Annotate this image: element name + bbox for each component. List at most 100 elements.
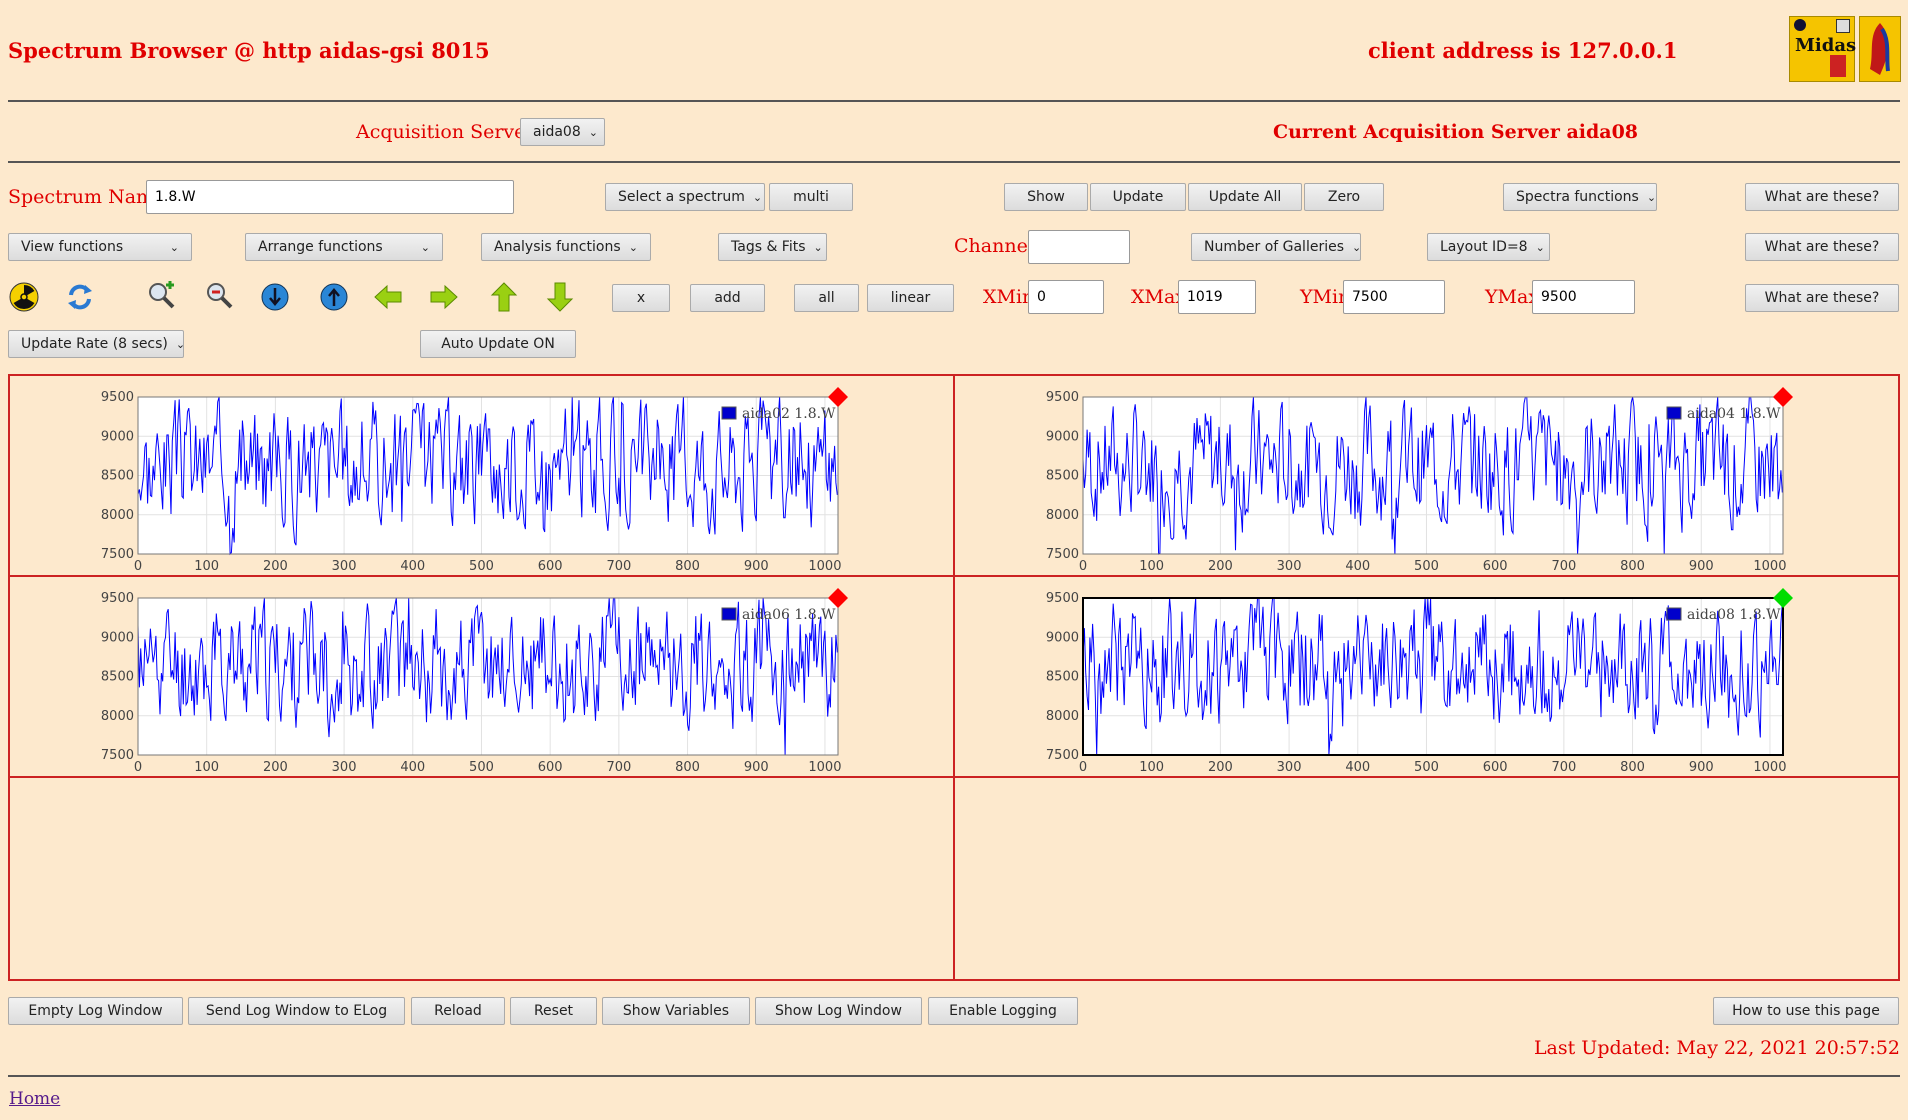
spectrum-chart-1[interactable]: 0 100 200 300 400 500 600 700 800 900 1000 7500 8000…: [8, 374, 955, 577]
x-tick-label: 700: [1551, 760, 1576, 775]
arrow-up-icon[interactable]: [489, 282, 519, 312]
show-log-window-button[interactable]: Show Log Window: [755, 997, 922, 1025]
x-tick-label: 900: [1689, 559, 1714, 574]
expand-up-icon[interactable]: [319, 282, 349, 312]
acq-server-select[interactable]: aida08 ⌄: [520, 118, 605, 146]
chevron-down-icon: ⌄: [420, 240, 430, 254]
tags-fits-dropdown[interactable]: Tags & Fits ⌄: [718, 233, 827, 261]
ymax-label: YMax: [1485, 286, 1540, 308]
update-button[interactable]: Update: [1090, 183, 1186, 211]
number-of-galleries-dropdown[interactable]: Number of Galleries ⌄: [1191, 233, 1361, 261]
reset-button[interactable]: Reset: [510, 997, 597, 1025]
reload-button[interactable]: Reload: [411, 997, 505, 1025]
update-rate-label: Update Rate (8 secs): [21, 336, 168, 352]
number-of-galleries-label: Number of Galleries: [1204, 239, 1345, 255]
all-button[interactable]: all: [794, 284, 859, 312]
what-are-these-button[interactable]: What are these?: [1745, 233, 1899, 261]
x-tick-label: 800: [1620, 559, 1645, 574]
empty-log-button[interactable]: Empty Log Window: [8, 997, 183, 1025]
xmax-input[interactable]: [1178, 280, 1256, 314]
spectra-functions-dropdown[interactable]: Spectra functions ⌄: [1503, 183, 1657, 211]
view-functions-label: View functions: [21, 239, 124, 255]
what-are-these-button[interactable]: What are these?: [1745, 284, 1899, 312]
linear-button[interactable]: linear: [867, 284, 954, 312]
y-tick-label: 7500: [1046, 748, 1079, 763]
y-tick-label: 9500: [1046, 390, 1079, 405]
gallery-panel-5[interactable]: [8, 776, 955, 981]
y-tick-label: 9000: [1046, 429, 1079, 444]
spectrum-chart-4[interactable]: 0 100 200 300 400 500 600 700 800 900 1000 7500 8000…: [953, 575, 1900, 778]
spectrum-name-input[interactable]: [146, 180, 514, 214]
y-tick-label: 7500: [1046, 547, 1079, 562]
current-server: Current Acquisition Server aida08: [1273, 121, 1639, 143]
zoom-out-icon[interactable]: [204, 280, 234, 310]
update-rate-dropdown[interactable]: Update Rate (8 secs) ⌄: [8, 330, 186, 358]
chevron-down-icon: ⌄: [628, 240, 638, 254]
y-tick-label: 9500: [101, 390, 134, 405]
xmin-input[interactable]: [1028, 280, 1104, 314]
client-address: client address is 127.0.0.1: [1368, 38, 1678, 63]
how-to-use-button[interactable]: How to use this page: [1713, 997, 1899, 1025]
last-updated: Last Updated: May 22, 2021 20:57:52: [1533, 1037, 1900, 1059]
view-functions-dropdown[interactable]: View functions ⌄: [8, 233, 192, 261]
x-tick-label: 1000: [808, 559, 841, 574]
arrow-down-icon[interactable]: [545, 282, 575, 312]
divider: [8, 1075, 1900, 1077]
x-tick-label: 900: [744, 559, 769, 574]
enable-logging-button[interactable]: Enable Logging: [928, 997, 1078, 1025]
chevron-down-icon: ⌄: [588, 125, 598, 139]
zero-button[interactable]: Zero: [1304, 183, 1384, 211]
arrange-functions-dropdown[interactable]: Arrange functions ⌄: [245, 233, 443, 261]
legend-label: aida04 1.8.W: [1687, 406, 1781, 422]
auto-update-button[interactable]: Auto Update ON: [420, 330, 576, 358]
show-button[interactable]: Show: [1004, 183, 1088, 211]
y-tick-label: 9000: [101, 429, 134, 444]
layout-id-dropdown[interactable]: Layout ID=8 ⌄: [1427, 233, 1550, 261]
x-tick-label: 300: [332, 760, 357, 775]
x-tick-label: 300: [1277, 559, 1302, 574]
spectrum-chart-3[interactable]: 0 100 200 300 400 500 600 700 800 900 1000 7500 8000…: [8, 575, 955, 778]
update-all-button[interactable]: Update All: [1188, 183, 1302, 211]
gallery-panel-6[interactable]: [953, 776, 1900, 981]
zoom-in-icon[interactable]: [146, 280, 176, 310]
x-tick-label: 200: [1208, 760, 1233, 775]
expand-down-icon[interactable]: [260, 282, 290, 312]
chevron-down-icon: ⌄: [169, 240, 179, 254]
y-tick-label: 8500: [101, 670, 134, 685]
x-tick-label: 1000: [1753, 559, 1786, 574]
x-tick-label: 900: [1689, 760, 1714, 775]
y-tick-label: 7500: [101, 748, 134, 763]
legend-swatch: [1666, 406, 1682, 420]
y-tick-label: 8500: [101, 469, 134, 484]
tcl-logo: [1859, 16, 1901, 82]
channel-input[interactable]: [1028, 230, 1130, 264]
send-log-elog-button[interactable]: Send Log Window to ELog: [188, 997, 405, 1025]
radiation-icon[interactable]: [9, 282, 39, 312]
x-tick-label: 600: [538, 760, 563, 775]
chevron-down-icon: ⌄: [752, 190, 763, 204]
y-tick-label: 8000: [101, 508, 134, 523]
show-variables-button[interactable]: Show Variables: [602, 997, 750, 1025]
arrow-right-icon[interactable]: [429, 282, 459, 312]
x-button[interactable]: x: [612, 284, 670, 312]
what-are-these-button[interactable]: What are these?: [1745, 183, 1899, 211]
x-tick-label: 800: [675, 559, 700, 574]
refresh-icon[interactable]: [65, 282, 95, 312]
legend-label: aida02 1.8.W: [742, 406, 836, 422]
add-button[interactable]: add: [690, 284, 765, 312]
y-tick-label: 8000: [1046, 709, 1079, 724]
x-tick-label: 800: [1620, 760, 1645, 775]
home-link[interactable]: Home: [9, 1089, 60, 1109]
x-tick-label: 100: [194, 559, 219, 574]
ymin-input[interactable]: [1343, 280, 1445, 314]
xmin-label: XMin: [983, 286, 1035, 308]
arrow-left-icon[interactable]: [373, 282, 403, 312]
select-spectrum-dropdown[interactable]: Select a spectrum ⌄: [605, 183, 765, 211]
legend-swatch: [721, 607, 737, 621]
ymax-input[interactable]: [1532, 280, 1635, 314]
analysis-functions-dropdown[interactable]: Analysis functions ⌄: [481, 233, 651, 261]
multi-button[interactable]: multi: [769, 183, 853, 211]
spectrum-chart-2[interactable]: 0 100 200 300 400 500 600 700 800 900 1000 7500 8000…: [953, 374, 1900, 577]
chevron-down-icon: ⌄: [813, 240, 823, 254]
chevron-down-icon: ⌄: [175, 337, 186, 351]
